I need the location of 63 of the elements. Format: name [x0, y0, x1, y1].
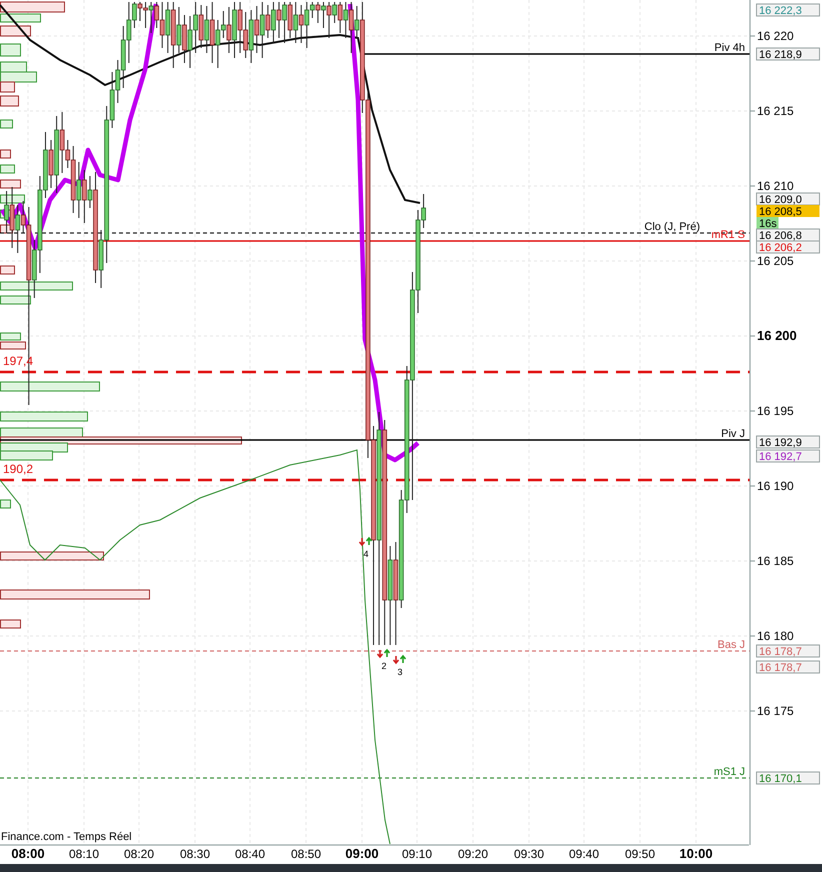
time-label: 08:30: [180, 847, 210, 861]
time-label: 08:10: [68, 847, 100, 861]
volume-bar: [0, 194, 25, 204]
level-label: mR1 S: [711, 229, 745, 241]
level-label: Piv J: [721, 428, 745, 440]
time-label: 09:00: [345, 846, 379, 861]
price-tick-label: 16 185: [757, 554, 794, 568]
volume-bar: [0, 620, 21, 628]
time-label: 09:50: [624, 847, 656, 861]
signal-count-label: 4: [364, 549, 368, 559]
volume-bar: [0, 164, 15, 174]
volume-bar: [0, 500, 11, 508]
price-tick-label: 16 220: [757, 29, 794, 43]
price-tag-label: 16s: [759, 218, 777, 230]
level-label: Piv 4h: [714, 42, 745, 54]
time-label: 08:40: [234, 847, 266, 861]
price-tick-label: 16 210: [757, 179, 794, 193]
time-label: 09:10: [402, 847, 432, 861]
volume-bar: [0, 96, 19, 106]
time-label: 08:50: [290, 847, 322, 861]
price-tick-label: 16 175: [757, 704, 794, 718]
up-down-arrows-icon: [358, 536, 372, 546]
volume-bar: [0, 120, 13, 128]
price-tick-label: 16 180: [757, 629, 794, 643]
price-tag-label: 16 178,7: [759, 662, 802, 674]
price-tick-label: 16 195: [757, 404, 794, 418]
level-price-label: 190,2: [3, 462, 34, 476]
time-label: 09:20: [458, 847, 488, 861]
price-tag-label: 16 192,7: [759, 451, 802, 463]
price-tag-label: 16 222,3: [759, 5, 802, 17]
price-tick-label: 16 215: [757, 104, 794, 118]
data-source-label: Finance.com - Temps Réel: [1, 831, 132, 843]
signal-count-label: 2: [382, 661, 386, 671]
price-tag-label: 16 170,1: [759, 773, 802, 785]
volume-bar: [0, 180, 21, 188]
time-label: 09:40: [568, 847, 600, 861]
price-tag-label: 16 206,2: [759, 242, 802, 254]
level-label: Clo (J, Pré): [644, 221, 700, 233]
price-tag-label: 16 178,7: [759, 646, 802, 658]
level-label: Bas J: [717, 639, 745, 651]
volume-bar: [0, 450, 53, 460]
time-label: 08:00: [11, 846, 45, 861]
price-tick-label: 16 200: [757, 328, 797, 343]
level-label: mS1 J: [714, 766, 745, 778]
volume-bar: [0, 44, 21, 56]
up-down-arrows-icon: [376, 648, 390, 658]
price-tag-label: 16 209,0: [759, 194, 802, 206]
price-tag-label: 16 206,8: [759, 230, 802, 242]
volume-bar: [0, 296, 31, 304]
price-tag-label: 16 208,5: [759, 206, 802, 218]
up-down-arrows-icon: [392, 654, 406, 664]
time-label: 10:00: [679, 846, 713, 861]
volume-bar: [0, 26, 31, 36]
time-label: 09:30: [514, 847, 544, 861]
price-tick-label: 16 190: [757, 479, 794, 493]
time-label: 08:20: [124, 847, 154, 861]
volume-bar: [0, 150, 11, 158]
price-tick-label: 16 205: [757, 254, 794, 268]
price-tag-label: 16 192,9: [759, 437, 802, 449]
price-tag-label: 16 218,9: [759, 49, 802, 61]
signal-count-label: 3: [398, 667, 402, 677]
volume-bar: [0, 266, 15, 274]
volume-bar: [0, 62, 27, 72]
